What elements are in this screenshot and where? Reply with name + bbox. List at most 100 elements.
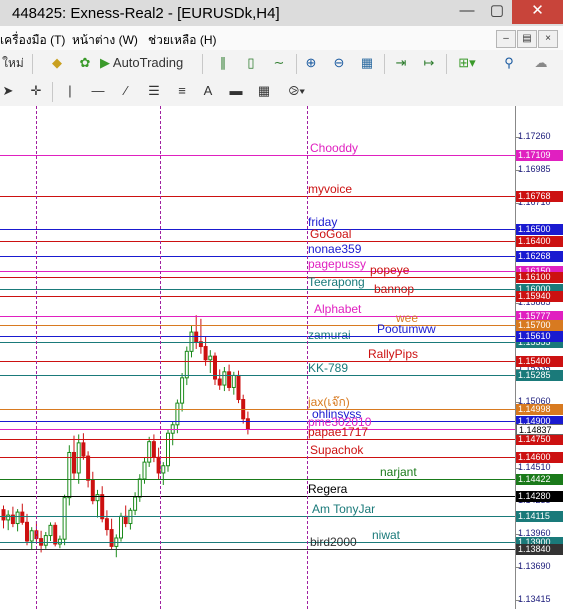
candle-body: [231, 374, 236, 388]
arrows-icon[interactable]: ▦: [254, 80, 274, 102]
level-label: zamurai: [308, 328, 351, 342]
candle-body: [62, 497, 67, 540]
minimize-button[interactable]: —: [452, 0, 482, 24]
level-line[interactable]: [0, 375, 515, 376]
level-line[interactable]: [0, 271, 515, 272]
trend-line-icon[interactable]: ∕: [116, 80, 136, 102]
price-tag: 1.16268: [516, 251, 563, 262]
level-line[interactable]: [0, 256, 515, 257]
toolbar-separator: [446, 54, 447, 74]
level-label: nonae359: [308, 242, 362, 256]
chat-icon[interactable]: ☁: [526, 52, 556, 74]
line-studies-toolbar: ➤ ✛ | — ∕ ☰ ≡ A ▬ ▦ ⧁▾: [0, 78, 563, 107]
mdi-restore-button[interactable]: ▤: [517, 30, 537, 48]
period-separator: [160, 106, 161, 609]
candle-body: [25, 521, 29, 542]
menu-window[interactable]: หน้าต่าง (W): [72, 31, 138, 50]
scale-tick-label: 1.17260: [518, 131, 551, 141]
scale-tick-mark: [516, 303, 520, 304]
price-tag: 1.17109: [516, 150, 563, 161]
level-line[interactable]: [0, 196, 515, 197]
candle-body: [104, 518, 109, 531]
price-chart[interactable]: Chooddy myvoice friday GoGoal nonae359 pagepu…: [0, 106, 515, 609]
level-label: Pootumww: [377, 322, 436, 336]
menu-help[interactable]: ช่วยเหลือ (H): [148, 31, 216, 50]
mdi-close-button[interactable]: ×: [538, 30, 558, 48]
level-line[interactable]: [0, 342, 515, 343]
scale-tick-mark: [516, 137, 520, 138]
scale-tick-label: 1.13415: [518, 594, 551, 604]
level-label: papae1717: [308, 425, 369, 439]
level-line[interactable]: [0, 296, 515, 297]
level-line[interactable]: [0, 542, 515, 543]
fibonacci-icon[interactable]: ≡: [172, 80, 192, 102]
level-label: Am TonyJar: [312, 502, 376, 516]
scale-tick-label: 1.14510: [518, 462, 551, 472]
mdi-minimize-button[interactable]: –: [496, 30, 516, 48]
bar-chart-icon[interactable]: ∥: [212, 52, 234, 74]
level-label: RallyPips: [368, 347, 419, 361]
level-line[interactable]: [0, 229, 515, 230]
scale-tick-mark: [516, 567, 520, 568]
equidistant-channel-icon[interactable]: ☰: [144, 80, 164, 102]
level-line[interactable]: [0, 439, 515, 440]
search-icon[interactable]: ⚲: [498, 52, 520, 74]
level-line[interactable]: [0, 155, 515, 156]
level-line[interactable]: [0, 409, 515, 410]
crosshair-icon[interactable]: ✛: [26, 80, 46, 102]
period-separator: [36, 106, 37, 609]
level-line[interactable]: [0, 241, 515, 242]
zoom-in-icon[interactable]: ⊕: [300, 52, 322, 74]
level-line[interactable]: [0, 421, 515, 422]
level-label: KK-789: [308, 361, 349, 375]
cursor-icon[interactable]: ➤: [0, 80, 16, 102]
level-line[interactable]: [0, 361, 515, 362]
level-line[interactable]: [0, 316, 515, 317]
close-button[interactable]: ✕: [512, 0, 563, 24]
level-line[interactable]: [0, 325, 515, 326]
level-line[interactable]: [0, 277, 515, 278]
maximize-button[interactable]: ▢: [482, 0, 512, 24]
text-label-icon[interactable]: ▬: [226, 80, 246, 102]
chart-shift-icon[interactable]: ⇥: [390, 52, 412, 74]
shapes-dropdown-icon[interactable]: ⧁▾: [284, 80, 310, 102]
vertical-line-icon[interactable]: |: [60, 80, 80, 102]
candle-body: [67, 451, 72, 499]
toolbar-separator: [202, 54, 203, 74]
level-line[interactable]: [0, 429, 515, 430]
candle-body: [15, 511, 20, 525]
standard-toolbar: ใหม่ ◆ ✿ ▶ AutoTrading ∥ ▯ ∼ ⊕ ⊖ ▦ ⇥ ↦ ⊞…: [0, 50, 563, 79]
zoom-out-icon[interactable]: ⊖: [328, 52, 350, 74]
level-line[interactable]: [0, 549, 515, 550]
level-label: Supachok: [310, 443, 364, 457]
candlestick-series: [1, 315, 250, 558]
autotrading-button[interactable]: ▶ AutoTrading: [100, 52, 196, 74]
price-tag: 1.14115: [516, 511, 563, 522]
price-tag: 1.15285: [516, 370, 563, 381]
autoscroll-icon[interactable]: ↦: [418, 52, 440, 74]
indicators-icon[interactable]: ⊞▾: [452, 52, 482, 74]
line-chart-icon[interactable]: ∼: [268, 52, 290, 74]
text-tool-icon[interactable]: A: [198, 80, 218, 102]
level-label: bannop: [374, 282, 415, 296]
metaeditor-icon[interactable]: ✿: [74, 52, 96, 74]
level-line[interactable]: [0, 516, 515, 517]
candle-body: [119, 515, 123, 539]
scale-tick-label: 1.16985: [518, 164, 551, 174]
candle-body: [86, 455, 91, 481]
menu-tools[interactable]: เครื่องมือ (T): [0, 31, 65, 50]
level-line[interactable]: [0, 479, 515, 480]
tile-windows-icon[interactable]: ▦: [356, 52, 378, 74]
price-tag: 1.15610: [516, 331, 563, 342]
history-center-icon[interactable]: ◆: [46, 52, 68, 74]
level-line[interactable]: [0, 289, 515, 290]
price-scale[interactable]: 1.134151.136901.139601.142351.145101.150…: [515, 106, 563, 609]
level-line[interactable]: [0, 336, 515, 337]
horizontal-line-icon[interactable]: —: [88, 80, 108, 102]
level-line[interactable]: [0, 496, 515, 497]
new-order-button[interactable]: ใหม่: [0, 52, 26, 74]
level-line[interactable]: [0, 457, 515, 458]
menu-bar: เครื่องมือ (T) หน้าต่าง (W) ช่วยเหลือ (H…: [0, 26, 563, 51]
candlestick-chart-icon[interactable]: ▯: [240, 52, 262, 74]
scale-tick-label: 1.13690: [518, 561, 551, 571]
